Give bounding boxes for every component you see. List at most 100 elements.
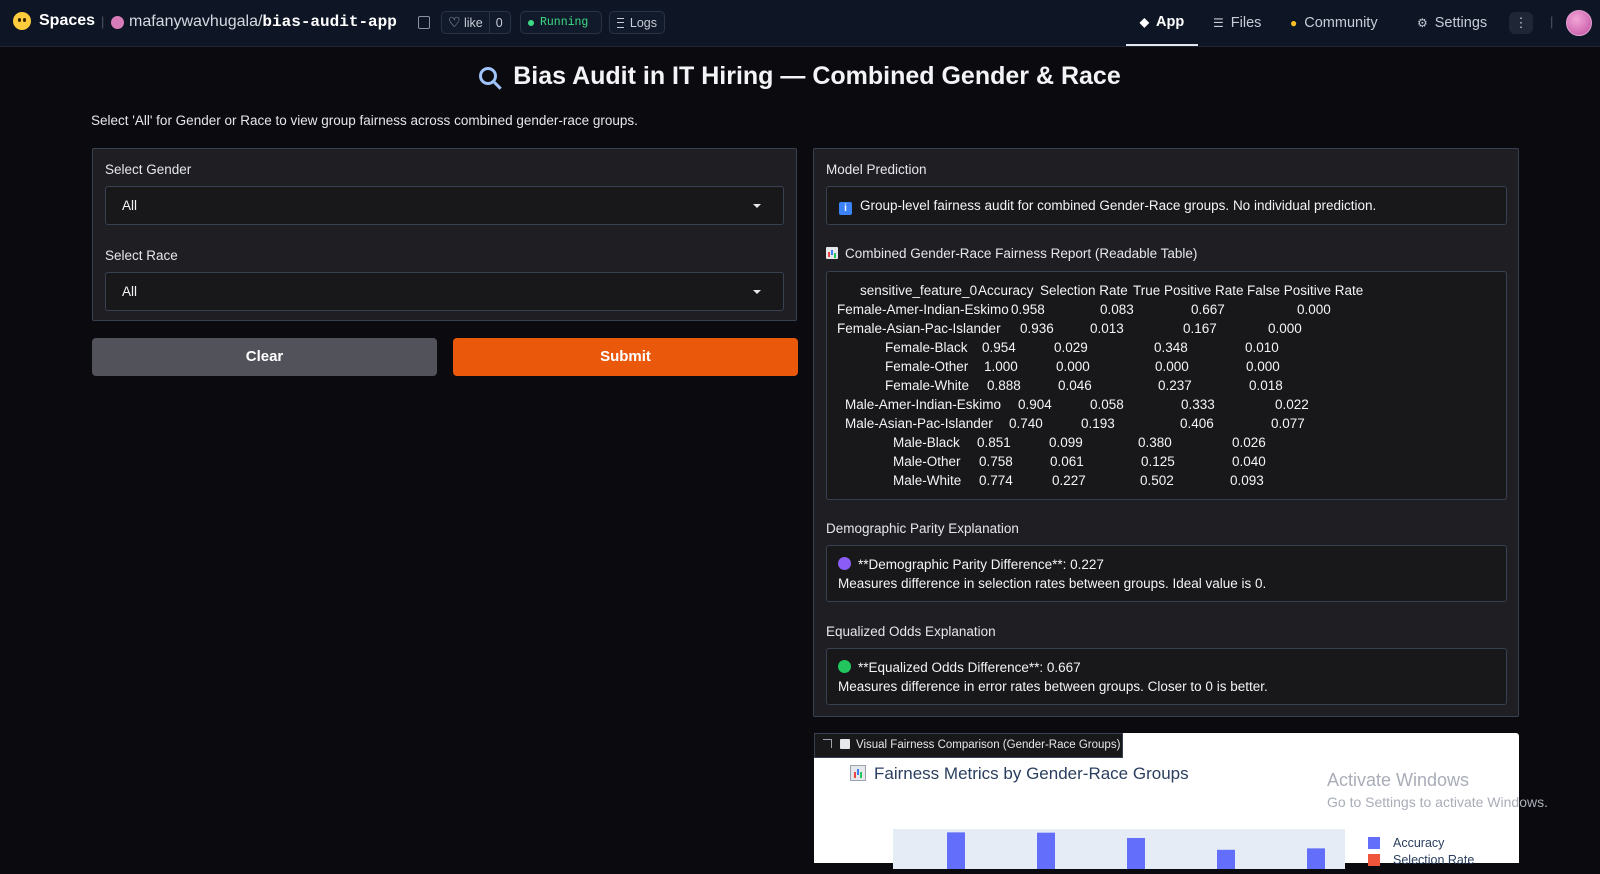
green-circle-icon	[838, 660, 851, 673]
eo-output: **Equalized Odds Difference**: 0.667 Mea…	[826, 648, 1507, 705]
row-acc: 0.958	[1011, 302, 1045, 317]
row-acc: 0.888	[987, 378, 1021, 393]
chart-title-text: Fairness Metrics by Gender-Race Groups	[874, 764, 1189, 783]
like-label: like	[464, 15, 483, 30]
row-fpr: 0.026	[1232, 435, 1266, 450]
submit-button[interactable]: Submit	[453, 338, 798, 376]
legend-selection-label: Selection Rate	[1393, 853, 1475, 867]
dp-description: Measures difference in selection rates b…	[838, 576, 1267, 591]
plot-label-text: Visual Fairness Comparison (Gender-Race …	[856, 739, 1121, 751]
row-fpr: 0.093	[1230, 473, 1264, 488]
report-table: sensitive_feature_0 Accuracy Selection R…	[826, 271, 1507, 500]
bar-chart-icon	[850, 765, 866, 781]
gender-dropdown[interactable]: All	[105, 186, 784, 225]
spaces-brand[interactable]: Spaces	[13, 12, 95, 30]
accuracy-bar[interactable]	[1037, 832, 1055, 869]
row-group: Female-Black	[885, 340, 968, 355]
header-fpr: False Positive Rate	[1247, 283, 1364, 298]
row-sel: 0.013	[1090, 321, 1124, 336]
row-acc: 0.740	[1009, 416, 1043, 431]
files-icon: ☰	[1213, 16, 1224, 30]
row-fpr: 0.040	[1232, 454, 1266, 469]
tab-settings-label: Settings	[1434, 15, 1488, 31]
hugging-face-logo-icon	[13, 12, 31, 30]
eo-value: **Equalized Odds Difference**: 0.667	[858, 660, 1081, 675]
accuracy-bar[interactable]	[1307, 848, 1325, 869]
row-fpr: 0.000	[1246, 359, 1280, 374]
eo-description: Measures difference in error rates betwe…	[838, 679, 1268, 694]
row-group: Female-Other	[885, 359, 969, 374]
row-sel: 0.099	[1049, 435, 1083, 450]
accuracy-bar[interactable]	[947, 832, 965, 869]
logs-icon	[617, 17, 624, 28]
eo-label: Equalized Odds Explanation	[826, 624, 996, 639]
accuracy-bar[interactable]	[1217, 849, 1235, 869]
row-sel: 0.061	[1050, 454, 1084, 469]
header-selection: Selection Rate	[1040, 283, 1128, 298]
row-tpr: 0.502	[1140, 473, 1174, 488]
row-tpr: 0.125	[1141, 454, 1175, 469]
accuracy-bar[interactable]	[1127, 837, 1145, 869]
race-value: All	[122, 284, 138, 299]
row-tpr: 0.000	[1155, 359, 1189, 374]
status-label: Running	[540, 16, 589, 29]
race-label: Select Race	[105, 248, 178, 263]
tab-community-label: Community	[1304, 15, 1378, 31]
dp-label: Demographic Parity Explanation	[826, 521, 1019, 536]
prediction-label: Model Prediction	[826, 162, 927, 177]
row-group: Male-Amer-Indian-Eskimo	[845, 397, 1002, 412]
tab-app[interactable]: ◆ App	[1126, 0, 1198, 46]
chart-bars	[947, 832, 1325, 869]
copy-icon[interactable]	[418, 16, 430, 29]
report-label: Combined Gender-Race Fairness Report (Re…	[826, 246, 1197, 261]
row-tpr: 0.406	[1180, 416, 1214, 431]
page-title-text: Bias Audit in IT Hiring — Combined Gende…	[513, 62, 1121, 90]
tab-app-label: App	[1156, 14, 1185, 30]
legend-selection[interactable]: Selection Rate	[1368, 853, 1474, 867]
row-tpr: 0.237	[1158, 378, 1192, 393]
row-sel: 0.029	[1054, 340, 1088, 355]
logs-label: Logs	[629, 15, 657, 30]
expand-icon[interactable]	[823, 739, 832, 748]
owner-link[interactable]: mafanywavhugala	[129, 13, 258, 31]
intro-text: Select 'All' for Gender or Race to view …	[91, 113, 638, 128]
more-options-button[interactable]: ⋮	[1509, 12, 1533, 34]
owner-avatar	[111, 15, 124, 29]
tab-files[interactable]: ☰ Files	[1213, 0, 1261, 46]
row-acc: 0.851	[977, 435, 1011, 450]
line-chart-icon	[840, 739, 850, 749]
like-count: 0	[495, 15, 503, 30]
row-tpr: 0.348	[1154, 340, 1188, 355]
row-acc: 0.904	[1018, 397, 1052, 412]
chevron-down-icon	[753, 290, 761, 294]
user-avatar[interactable]	[1566, 10, 1592, 36]
header-accuracy: Accuracy	[978, 283, 1034, 298]
prediction-text: Group-level fairness audit for combined …	[860, 198, 1377, 213]
race-dropdown[interactable]: All	[105, 272, 784, 311]
status-badge[interactable]: Running	[520, 11, 602, 34]
like-button[interactable]: like 0	[441, 11, 511, 34]
row-sel: 0.058	[1090, 397, 1124, 412]
output-panel: Model Prediction i Group-level fairness a…	[813, 148, 1519, 717]
legend-accuracy[interactable]: Accuracy	[1368, 836, 1444, 850]
row-fpr: 0.077	[1271, 416, 1305, 431]
header-tpr: True Positive Rate	[1133, 283, 1244, 298]
community-icon: ●	[1290, 16, 1298, 30]
gear-icon: ⚙	[1417, 16, 1428, 30]
status-dot-icon	[528, 19, 534, 26]
info-icon: i	[839, 202, 852, 215]
chart-plot-area[interactable]	[893, 829, 1345, 869]
magnifier-icon	[479, 67, 498, 85]
cube-icon: ◆	[1139, 15, 1150, 29]
repo-link[interactable]: bias-audit-app	[262, 13, 396, 31]
dp-value: **Demographic Parity Difference**: 0.227	[858, 557, 1104, 572]
row-fpr: 0.000	[1297, 302, 1331, 317]
tab-settings[interactable]: ⚙ Settings	[1417, 0, 1487, 46]
row-group: Male-Other	[893, 454, 961, 469]
clear-button[interactable]: Clear	[92, 338, 437, 376]
row-group: Male-Asian-Pac-Islander	[845, 416, 993, 431]
spaces-label: Spaces	[39, 12, 96, 29]
tab-community[interactable]: ● Community	[1290, 0, 1378, 46]
row-group: Male-White	[893, 473, 962, 488]
logs-button[interactable]: Logs	[609, 11, 665, 34]
